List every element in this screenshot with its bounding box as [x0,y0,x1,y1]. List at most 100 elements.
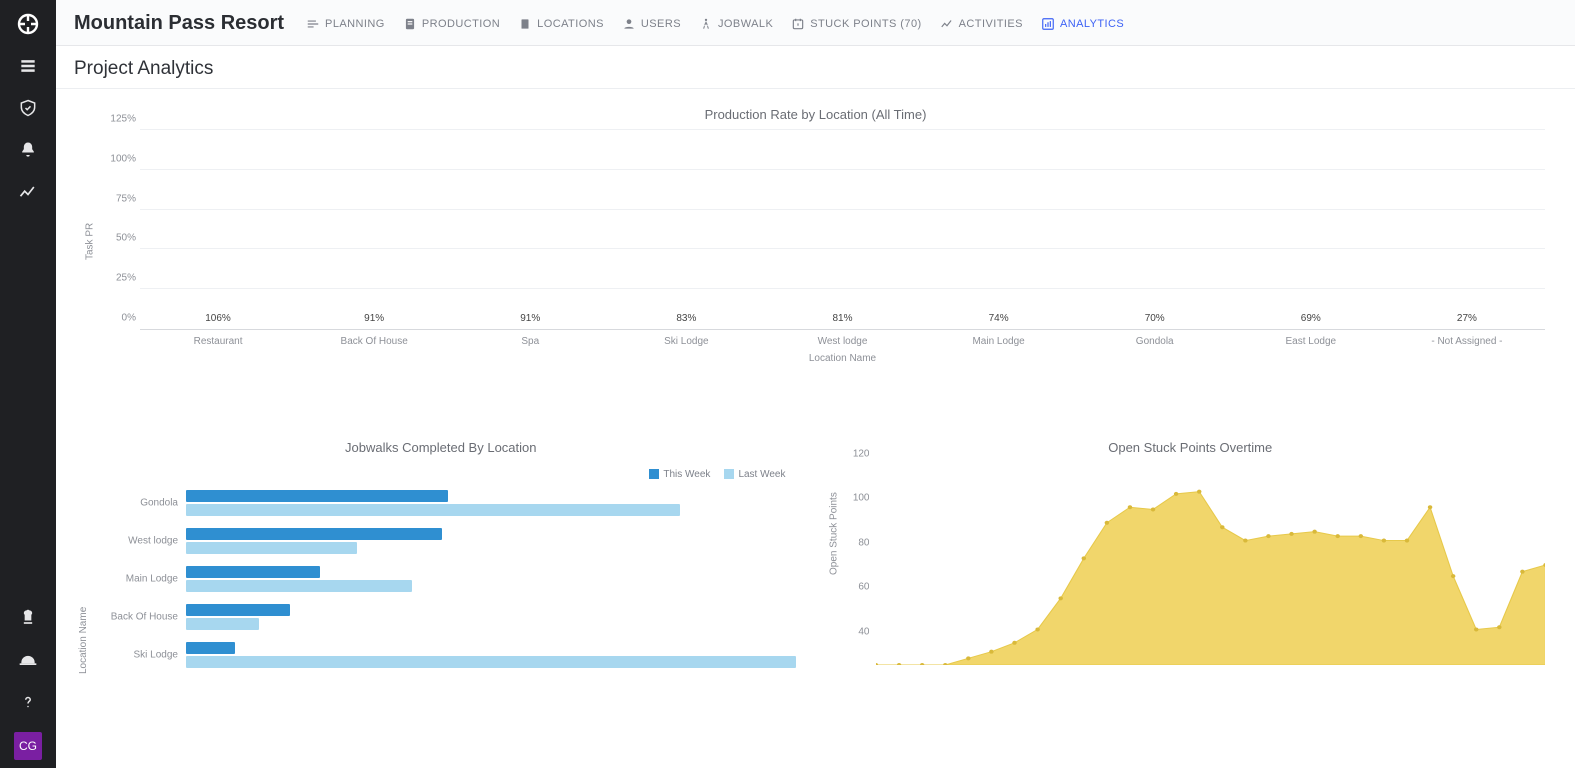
chart1-xlabel-item: Restaurant [140,336,296,347]
bell-icon[interactable] [16,138,40,162]
chart1-ytick: 25% [96,273,136,284]
bar-value-label: 74% [947,313,1050,324]
chart3-ytick: 120 [842,449,870,460]
hbar-label: Main Lodge [86,574,178,585]
tab-locations[interactable]: LOCATIONS [518,17,604,31]
chart3-ytick: 40 [842,626,870,637]
stuck-points-chart: Open Stuck Points 406080100120 [836,465,1546,685]
tab-label: PRODUCTION [422,18,500,30]
bar-value-label: 91% [323,313,426,324]
tab-jobwalk[interactable]: JOBWALK [699,17,773,31]
legend-swatch-last-week [724,469,734,479]
chef-icon[interactable] [16,606,40,630]
chart1-xlabel-item: - Not Assigned - [1389,336,1545,347]
legend-this-week: This Week [663,469,710,480]
chart1-xlabel-item: East Lodge [1233,336,1389,347]
tab-stuck-points-70-[interactable]: STUCK POINTS (70) [791,17,921,31]
page-title: Project Analytics [74,58,1557,80]
tab-label: ANALYTICS [1060,18,1124,30]
help-icon[interactable] [16,690,40,714]
chart1-xlabel: Location Name [140,353,1545,364]
legend-swatch-this-week [649,469,659,479]
hbar-this-week [186,490,448,502]
logo-icon[interactable] [16,12,40,36]
bar-value-label: 91% [479,313,582,324]
shield-icon[interactable] [16,96,40,120]
bar-value-label: 69% [1259,313,1362,324]
chart1-ytick: 100% [96,153,136,164]
tab-label: JOBWALK [718,18,773,30]
chart1-ytick: 50% [96,233,136,244]
hbar-last-week [186,580,412,592]
topbar: Mountain Pass Resort PLANNING PRODUCTION L… [56,0,1575,46]
chart1-ytick: 75% [96,193,136,204]
jobwalks-chart: Location Name GondolaWest lodgeMain Lodg… [86,484,796,674]
subheader: Project Analytics [56,46,1575,89]
chart3-ytick: 100 [842,493,870,504]
tab-label: STUCK POINTS (70) [810,18,921,30]
production-rate-chart: Task PR 106% 91% 91% 83% 81% 74% 70% 69% 27% 0% 2… [86,130,1545,390]
hbar-label: Ski Lodge [86,650,178,661]
chart3-ylabel: Open Stuck Points [828,492,839,575]
bar-value-label: 70% [1103,313,1206,324]
bar-value-label: 83% [635,313,738,324]
user-avatar[interactable]: CG [14,732,42,760]
legend-last-week: Last Week [738,469,785,480]
analytics-icon [1041,17,1055,31]
jobwalks-panel: Jobwalks Completed By Location This Week… [86,440,796,685]
chart1-ytick: 125% [96,114,136,125]
stuck-points-icon [791,17,805,31]
tab-activities[interactable]: ACTIVITIES [940,17,1023,31]
tab-label: LOCATIONS [537,18,604,30]
tab-label: USERS [641,18,681,30]
tab-planning[interactable]: PLANNING [306,17,385,31]
bar-value-label: 106% [167,313,270,324]
hbar-row: West lodge [186,522,796,560]
tab-label: PLANNING [325,18,385,30]
chart1-xlabel-item: Main Lodge [921,336,1077,347]
locations-icon [518,17,532,31]
hbar-label: Back Of House [86,612,178,623]
production-icon [403,17,417,31]
chart1-ytick: 0% [96,313,136,324]
chart2-legend: This Week Last Week [86,469,796,480]
app-sidebar: CG [0,0,56,768]
chart1-xlabel-item: Gondola [1077,336,1233,347]
jobwalk-icon [699,17,713,31]
chart1-xlabel-item: Back Of House [296,336,452,347]
stuck-points-panel: Open Stuck Points Overtime Open Stuck Po… [836,440,1546,685]
hardhat-icon[interactable] [16,648,40,672]
hbar-row: Back Of House [186,598,796,636]
tab-production[interactable]: PRODUCTION [403,17,500,31]
hbar-this-week [186,566,320,578]
tab-label: ACTIVITIES [959,18,1023,30]
hbar-last-week [186,542,357,554]
project-title: Mountain Pass Resort [74,12,284,35]
stack-icon[interactable] [16,54,40,78]
content: Production Rate by Location (All Time) T… [56,89,1575,768]
chart1-ylabel: Task PR [85,223,96,260]
hbar-label: Gondola [86,498,178,509]
hbar-label: West lodge [86,536,178,547]
chart3-title: Open Stuck Points Overtime [836,440,1546,455]
users-icon [622,17,636,31]
hbar-this-week [186,528,442,540]
hbar-last-week [186,656,796,668]
trend-icon[interactable] [16,180,40,204]
nav-tabs: PLANNING PRODUCTION LOCATIONS USERS JOBWALK S… [306,17,1124,31]
planning-icon [306,17,320,31]
chart3-ytick: 60 [842,582,870,593]
chart1-xlabel-item: West lodge [764,336,920,347]
hbar-last-week [186,504,680,516]
hbar-this-week [186,642,235,654]
chart1-xlabel-item: Spa [452,336,608,347]
bar-value-label: 27% [1415,313,1518,324]
chart3-ytick: 80 [842,537,870,548]
bar-value-label: 81% [791,313,894,324]
tab-analytics[interactable]: ANALYTICS [1041,17,1124,31]
hbar-row: Gondola [186,484,796,522]
hbar-this-week [186,604,290,616]
tab-users[interactable]: USERS [622,17,681,31]
activities-icon [940,17,954,31]
chart1-xlabel-item: Ski Lodge [608,336,764,347]
